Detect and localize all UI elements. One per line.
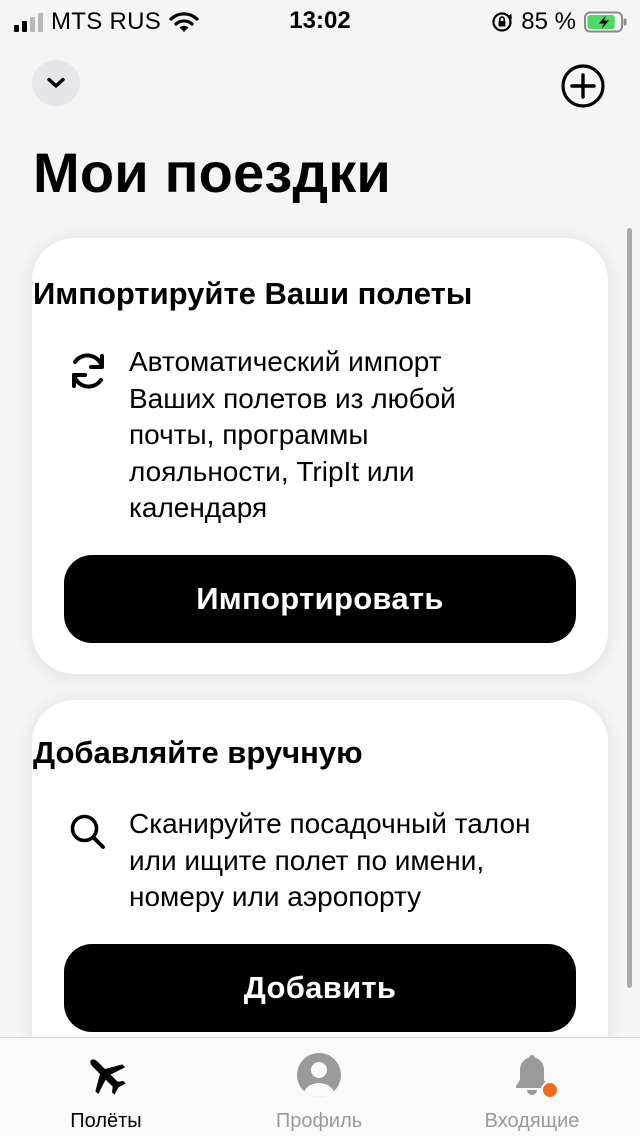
scroll-indicator[interactable] (627, 228, 632, 988)
status-bar: MTS RUS 13:02 85 % (0, 0, 640, 40)
import-description: Автоматический импорт Ваших полетов из л… (129, 344, 529, 527)
plus-circle-icon (561, 64, 605, 108)
manual-card-title: Добавляйте вручную (33, 735, 363, 770)
manual-description: Сканируйте посадочный талон или ищите по… (129, 806, 579, 916)
battery-percent: 85 % (521, 8, 576, 35)
import-card-title: Импортируйте Ваши полеты (33, 276, 473, 311)
screen: MTS RUS 13:02 85 % Мои поездки Импортиру… (0, 0, 640, 1136)
search-icon (70, 814, 105, 849)
status-right: 85 % (491, 8, 628, 36)
orientation-lock-icon (492, 12, 513, 32)
page-title: Мои поездки (33, 141, 392, 204)
collapse-button[interactable] (32, 60, 80, 106)
import-button[interactable]: Импортировать (64, 555, 576, 643)
tab-inbox-label: Входящие (484, 1110, 580, 1132)
battery-icon (584, 11, 627, 33)
tab-profile[interactable]: Профиль (219, 1038, 419, 1136)
notification-badge (541, 1081, 559, 1099)
tab-inbox[interactable]: Входящие (432, 1038, 632, 1136)
add-trip-button[interactable] (558, 61, 608, 111)
add-button[interactable]: Добавить (64, 944, 576, 1032)
sync-icon (72, 353, 104, 389)
airplane-icon (90, 1059, 126, 1095)
chevron-down-icon (47, 77, 65, 88)
tab-flights[interactable]: Полёты (6, 1038, 206, 1136)
tab-flights-label: Полёты (70, 1110, 142, 1132)
user-icon (297, 1053, 341, 1097)
tab-bar: Полёты Профиль Входящие (0, 1037, 640, 1136)
manual-description-text: Сканируйте посадочный талон или ищите по… (129, 808, 531, 912)
import-description-text: Автоматический импорт Ваших полетов из л… (129, 346, 456, 523)
tab-profile-label: Профиль (275, 1110, 363, 1132)
